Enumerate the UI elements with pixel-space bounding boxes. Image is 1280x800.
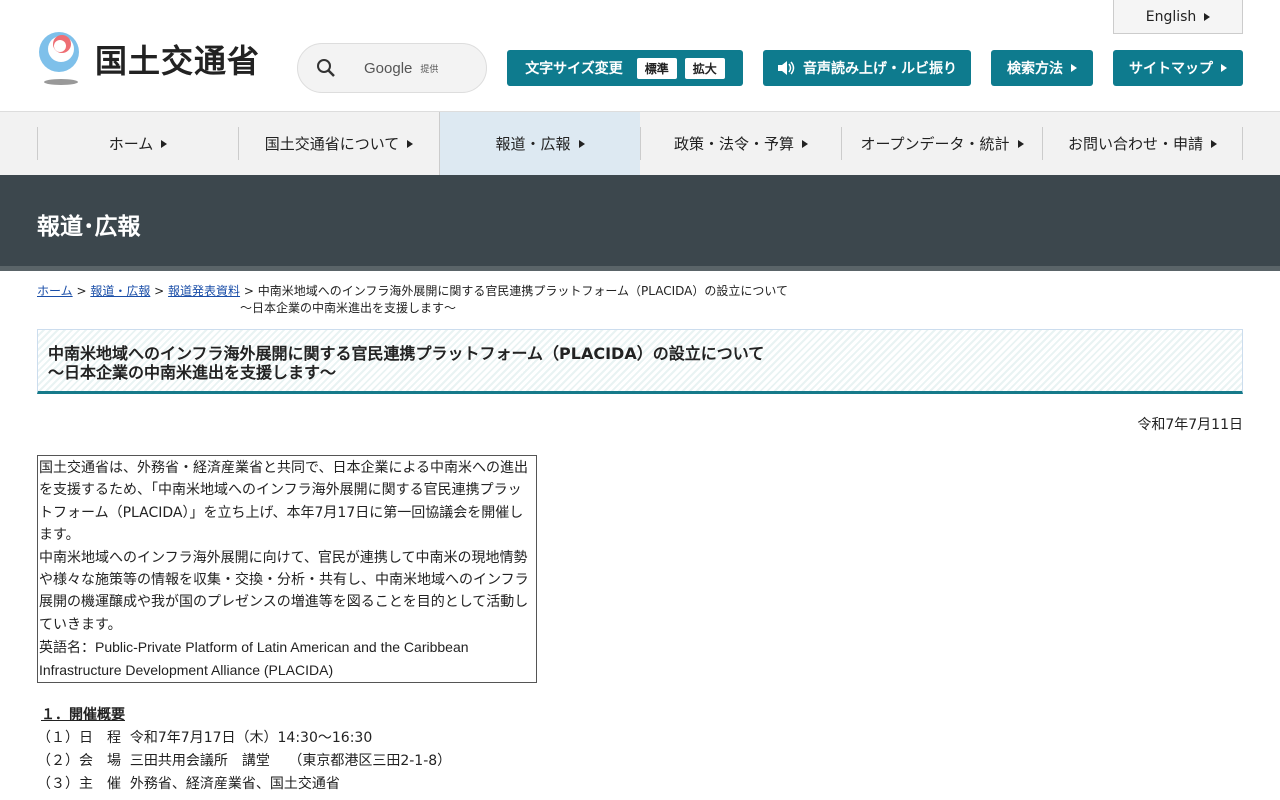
main-nav: ホーム 国土交通省について 報道・広報 政策・法令・予算 オープンデータ・統計 … bbox=[0, 111, 1280, 175]
arrow-right-icon bbox=[578, 139, 585, 148]
arrow-right-icon bbox=[161, 139, 168, 148]
search-icon bbox=[317, 59, 335, 77]
arrow-right-icon bbox=[1221, 64, 1227, 72]
overview-item: （３）主 催 外務省、経済産業省、国土交通省 bbox=[37, 776, 340, 792]
nav-press[interactable]: 報道・広報 bbox=[439, 112, 640, 175]
breadcrumb: ホーム > 報道・広報 > 報道発表資料 > 中南米地域へのインフラ海外展開に関… bbox=[37, 284, 789, 315]
arrow-right-icon bbox=[1211, 139, 1217, 148]
english-label: English bbox=[1145, 8, 1197, 25]
search-method-label: 検索方法 bbox=[1007, 61, 1063, 77]
breadcrumb-press[interactable]: 報道・広報 bbox=[90, 284, 150, 298]
nav-label: 国土交通省について bbox=[264, 135, 400, 153]
logo-emblem-icon bbox=[37, 32, 85, 86]
nav-home[interactable]: ホーム bbox=[37, 127, 238, 160]
search-provided: 提供 bbox=[420, 64, 439, 75]
sitemap-button[interactable]: サイトマップ bbox=[1113, 50, 1243, 86]
nav-label: お問い合わせ・申請 bbox=[1067, 135, 1203, 153]
breadcrumb-release[interactable]: 報道発表資料 bbox=[168, 284, 240, 298]
english-name: 英語名：Public-Private Platform of Latin Ame… bbox=[39, 639, 469, 678]
section-banner: 報道･広報 bbox=[0, 175, 1280, 271]
font-large-button[interactable]: 拡大 bbox=[684, 57, 725, 79]
ministry-logo[interactable]: 国土交通省 bbox=[37, 32, 260, 86]
breadcrumb-current: 中南米地域へのインフラ海外展開に関する官民連携プラットフォーム（PLACIDA）… bbox=[257, 284, 789, 298]
nav-label: 報道・広報 bbox=[495, 135, 571, 153]
publish-date: 令和7年7月11日 bbox=[1137, 417, 1243, 433]
font-size-label: 文字サイズ変更 bbox=[525, 61, 623, 77]
sitemap-label: サイトマップ bbox=[1129, 61, 1213, 77]
intro-box: 国土交通省は、外務省・経済産業省と共同で、日本企業による中南米への進出を支援する… bbox=[37, 455, 537, 684]
arrow-right-icon bbox=[407, 139, 414, 148]
search-box[interactable]: Google 提供 bbox=[297, 43, 487, 93]
nav-label: オープンデータ・統計 bbox=[860, 135, 1010, 153]
nav-about[interactable]: 国土交通省について bbox=[238, 127, 439, 160]
nav-policy[interactable]: 政策・法令・予算 bbox=[640, 127, 841, 160]
speaker-icon bbox=[778, 61, 795, 75]
event-overview: １．開催概要 （１）日 程 令和7年7月17日（木）14:30～16:30 （２… bbox=[37, 704, 451, 796]
intro-paragraph: 国土交通省は、外務省・経済産業省と共同で、日本企業による中南米への進出を支援する… bbox=[39, 460, 529, 544]
search-method-button[interactable]: 検索方法 bbox=[991, 50, 1093, 86]
overview-item: （１）日 程 令和7年7月17日（木）14:30～16:30 bbox=[37, 730, 373, 746]
nav-contact[interactable]: お問い合わせ・申請 bbox=[1042, 127, 1243, 160]
arrow-right-icon bbox=[1017, 139, 1024, 148]
speech-button[interactable]: 音声読み上げ・ルビ振り bbox=[763, 50, 971, 86]
breadcrumb-home[interactable]: ホーム bbox=[37, 284, 73, 298]
section-title: 報道･広報 bbox=[37, 214, 141, 240]
nav-label: ホーム bbox=[108, 135, 154, 153]
arrow-right-icon bbox=[1071, 64, 1077, 72]
arrow-right-icon bbox=[1204, 12, 1211, 21]
font-size-control: 文字サイズ変更 標準 拡大 bbox=[507, 50, 743, 86]
arrow-right-icon bbox=[802, 139, 808, 148]
intro-paragraph: 中南米地域へのインフラ海外展開に向けて、官民が連携して中南米の現地情勢や様々な施… bbox=[39, 549, 529, 633]
overview-item: （２）会 場 三田共用会議所 講堂 （東京都港区三田2-1-8） bbox=[37, 753, 452, 769]
logo-text: 国土交通省 bbox=[95, 42, 261, 80]
speech-label: 音声読み上げ・ルビ振り bbox=[803, 61, 957, 77]
search-brand: Google bbox=[364, 59, 413, 77]
font-standard-button[interactable]: 標準 bbox=[636, 57, 677, 79]
page-title: 中南米地域へのインフラ海外展開に関する官民連携プラットフォーム（PLACIDA）… bbox=[37, 329, 1243, 394]
english-link[interactable]: English bbox=[1113, 0, 1243, 34]
breadcrumb-current-sub: ～日本企業の中南米進出を支援します～ bbox=[240, 301, 457, 315]
nav-opendata[interactable]: オープンデータ・統計 bbox=[841, 127, 1042, 160]
title-line2: ～日本企業の中南米進出を支援します～ bbox=[48, 363, 337, 382]
title-line1: 中南米地域へのインフラ海外展開に関する官民連携プラットフォーム（PLACIDA）… bbox=[48, 344, 765, 363]
nav-label: 政策・法令・予算 bbox=[673, 135, 794, 153]
section-heading: １．開催概要 bbox=[41, 707, 125, 723]
